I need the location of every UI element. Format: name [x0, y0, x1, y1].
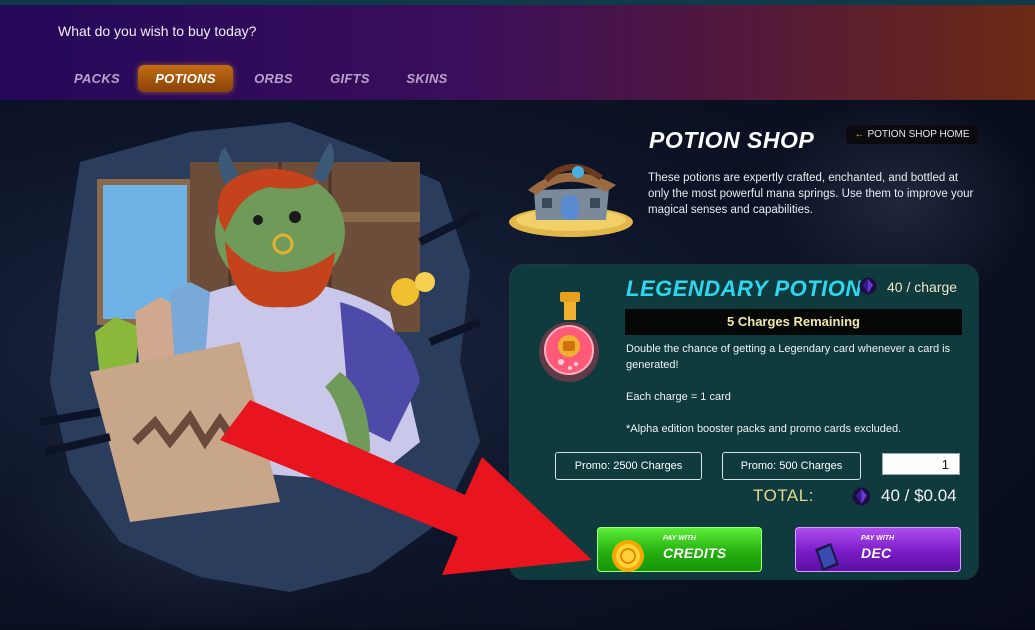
pay-with-label: PAY WITH: [663, 535, 697, 542]
pay-with-dec-button[interactable]: PAY WITH DEC: [795, 527, 961, 572]
tab-packs[interactable]: PACKS: [66, 65, 128, 92]
price-per-charge: 40 / charge: [887, 279, 958, 295]
pay-with-credits-button[interactable]: PAY WITH CREDITS: [597, 527, 762, 572]
credits-label: CREDITS: [663, 545, 727, 561]
potion-house-icon: [509, 164, 633, 237]
tab-orbs[interactable]: ORBS: [246, 65, 301, 92]
charge-info: Each charge = 1 card: [626, 391, 731, 403]
home-button-label: POTION SHOP HOME: [867, 129, 970, 140]
charges-remaining: 5 Charges Remaining: [625, 309, 962, 335]
dec-crystal-icon: [852, 487, 871, 506]
potion-name: LEGENDARY POTION: [626, 276, 862, 301]
header-topline: [0, 0, 1035, 5]
potion-shop-home-button[interactable]: ← POTION SHOP HOME: [846, 125, 978, 144]
dec-label: DEC: [861, 545, 892, 561]
shop-title: POTION SHOP: [649, 127, 815, 153]
dec-crystal-icon: [859, 277, 877, 295]
promo-500-button[interactable]: Promo: 500 Charges: [722, 452, 861, 480]
tab-skins[interactable]: SKINS: [399, 65, 455, 92]
pay-with-label: PAY WITH: [861, 535, 895, 542]
dec-crystal-icon: [815, 543, 839, 571]
tab-gifts[interactable]: GIFTS: [322, 65, 378, 92]
page-title: What do you wish to buy today?: [58, 23, 257, 39]
total-value: 40 / $0.04: [881, 486, 957, 505]
legendary-potion-icon: [539, 292, 599, 382]
shop-description: These potions are expertly crafted, ench…: [648, 172, 974, 216]
potion-description: Double the chance of getting a Legendary…: [626, 343, 951, 371]
red-pointer-arrow-icon: [220, 400, 592, 575]
tab-potions[interactable]: POTIONS: [138, 65, 233, 92]
potion-description-block: Double the chance of getting a Legendary…: [626, 341, 966, 453]
exclusion-note: *Alpha edition booster packs and promo c…: [626, 423, 902, 435]
arrow-left-icon: ←: [854, 129, 865, 140]
quantity-input[interactable]: [882, 453, 960, 475]
shop-header: What do you wish to buy today? PACKS POT…: [0, 0, 1035, 100]
total-label: TOTAL:: [753, 486, 814, 505]
